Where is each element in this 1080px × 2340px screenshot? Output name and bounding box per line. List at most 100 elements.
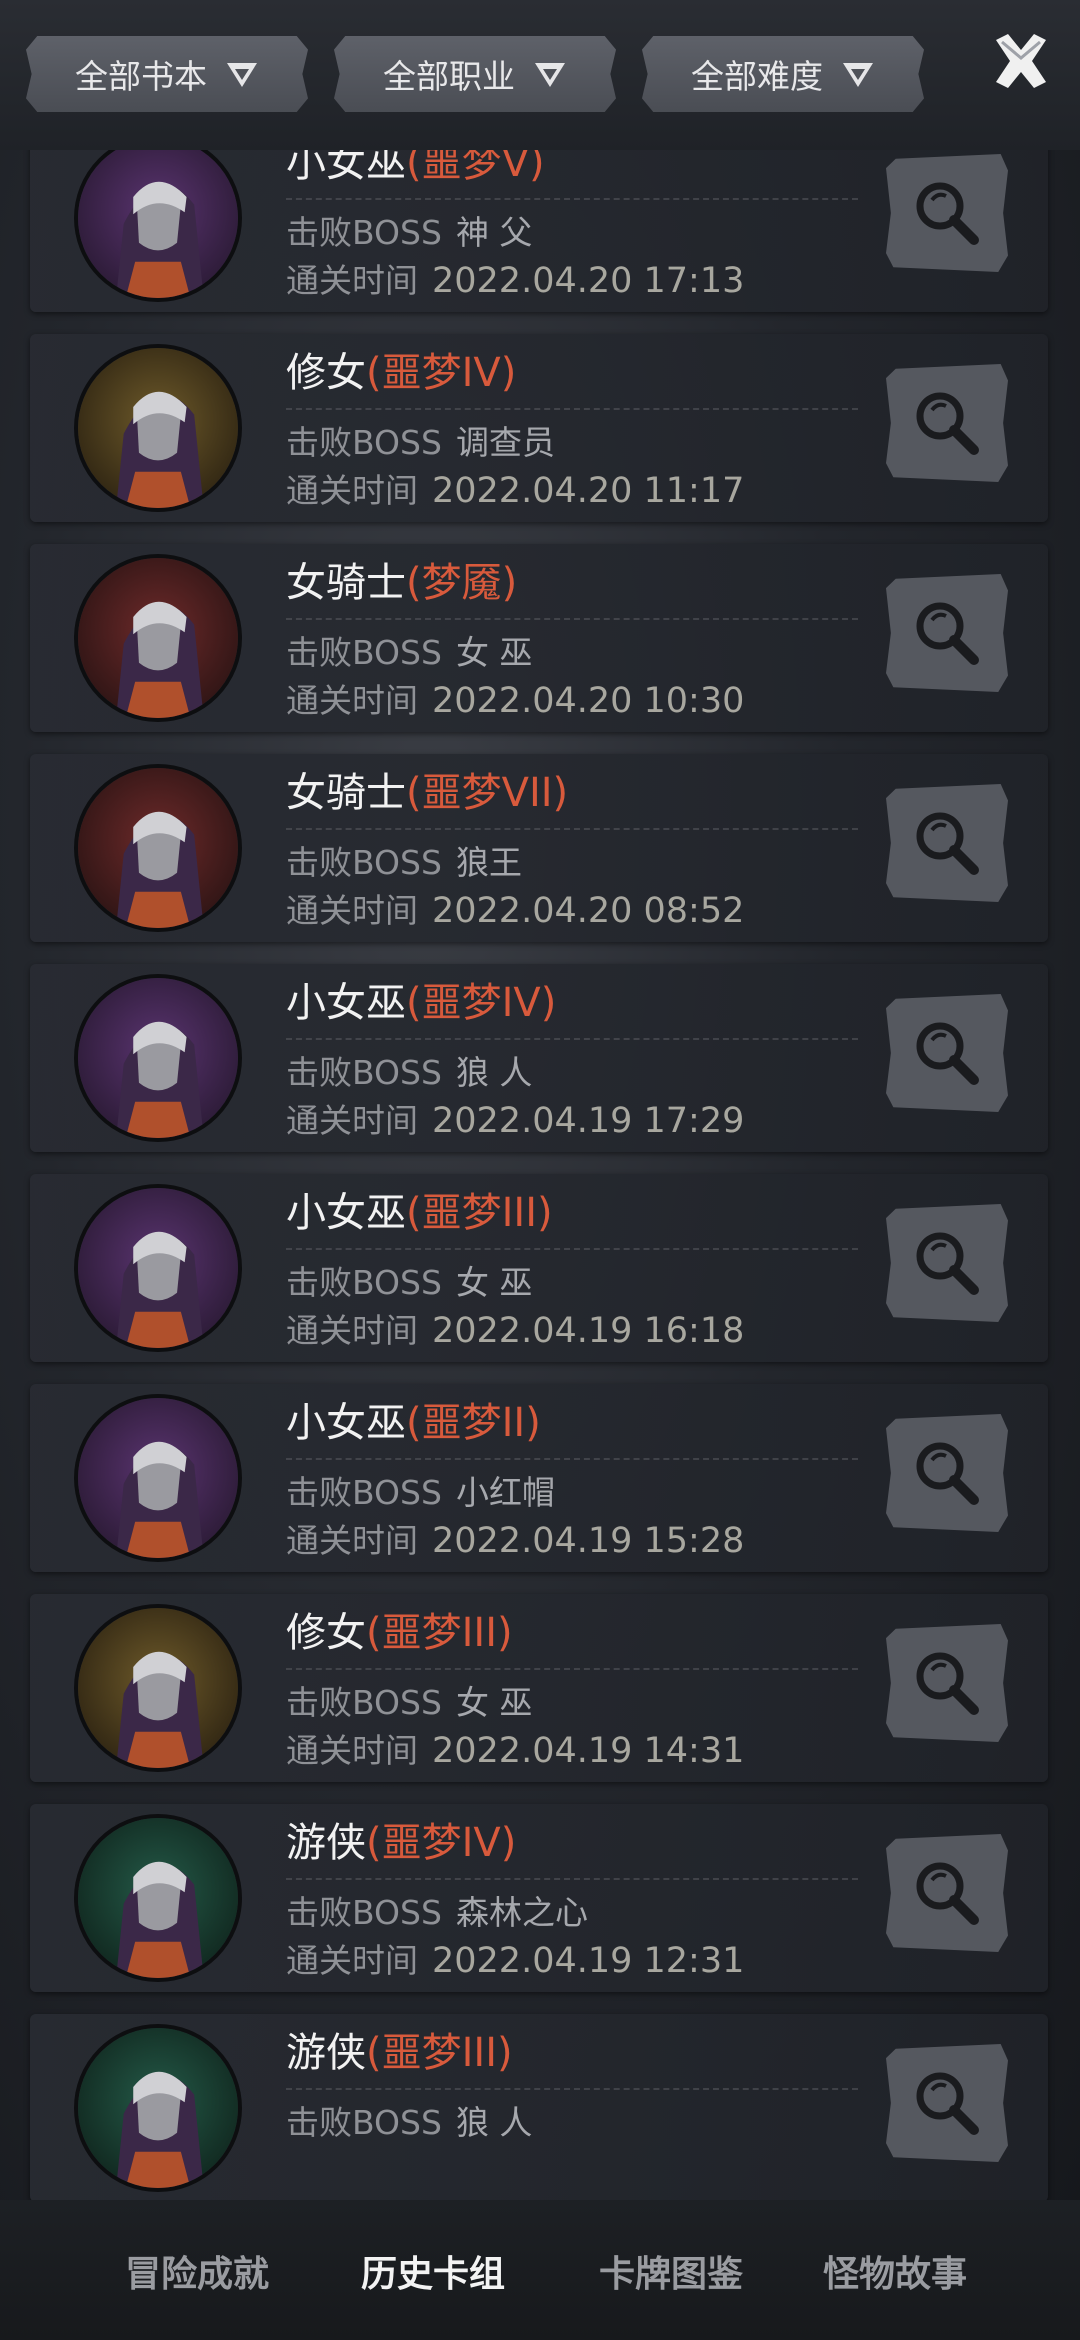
tab-card-gallery[interactable]: 卡牌图鉴 — [556, 2236, 786, 2306]
tab-history-deck[interactable]: 历史卡组 — [318, 2236, 548, 2306]
record-card[interactable]: 小女巫(噩梦V) 击败BOSS 神 父通关时间 2022.04.20 17:13 — [30, 150, 1048, 312]
boss-row: 击败BOSS 女 巫 — [286, 626, 532, 674]
view-deck-button[interactable] — [886, 784, 1008, 902]
difficulty-label: (梦魇) — [406, 560, 518, 606]
record-card[interactable]: 修女(噩梦III) 击败BOSS 女 巫通关时间 2022.04.19 14:31 — [30, 1594, 1048, 1782]
divider — [286, 1038, 858, 1040]
clear-time-row: 通关时间 2022.04.20 10:30 — [286, 674, 744, 722]
clear-time-row: 通关时间 2022.04.19 12:31 — [286, 1934, 744, 1982]
boss-label: 击败BOSS — [286, 423, 442, 462]
character-name: 小女巫 — [286, 150, 406, 186]
record-card[interactable]: 游侠(噩梦III) 击败BOSS 狼 人 — [30, 2014, 1048, 2200]
character-portrait — [74, 344, 242, 512]
view-deck-button[interactable] — [886, 154, 1008, 272]
filter-class[interactable]: 全部职业 — [334, 36, 616, 112]
filter-book[interactable]: 全部书本 — [26, 36, 308, 112]
boss-row: 击败BOSS 小红帽 — [286, 1466, 555, 1514]
character-name: 修女 — [286, 350, 366, 396]
clear-time-row: 通关时间 2022.04.19 17:29 — [286, 1094, 744, 1142]
difficulty-label: (噩梦IV) — [366, 1820, 517, 1866]
boss-name: 森林之心 — [455, 1893, 588, 1932]
view-deck-button[interactable] — [886, 1414, 1008, 1532]
magnifier-icon — [916, 182, 979, 245]
divider — [286, 828, 858, 830]
clear-time-value: 2022.04.20 10:30 — [432, 681, 745, 721]
view-deck-button[interactable] — [886, 994, 1008, 1112]
divider — [286, 618, 858, 620]
divider — [286, 1458, 858, 1460]
clear-time-value: 2022.04.20 11:17 — [432, 471, 745, 511]
magnifier-icon — [916, 1232, 979, 1295]
clear-time-label: 通关时间 — [286, 471, 418, 510]
record-title: 小女巫(噩梦V) — [286, 150, 545, 188]
magnifier-icon — [916, 602, 979, 665]
boss-row: 击败BOSS 女 巫 — [286, 1676, 532, 1724]
character-name: 游侠 — [286, 1820, 366, 1866]
record-card[interactable]: 女骑士(噩梦VII) 击败BOSS 狼王 通关时间 2022.04.20 08:52 — [30, 754, 1048, 942]
character-portrait — [74, 1814, 242, 1982]
clear-time-label: 通关时间 — [286, 1731, 418, 1770]
character-name: 修女 — [286, 1610, 366, 1656]
filter-arrow-icon — [225, 59, 259, 89]
tab-achievements[interactable]: 冒险成就 — [82, 2236, 312, 2306]
boss-row: 击败BOSS 神 父 — [286, 206, 532, 254]
history-deck-list[interactable]: 小女巫(噩梦V) 击败BOSS 神 父通关时间 2022.04.20 17:13 修女(… — [0, 150, 1080, 2200]
record-card[interactable]: 小女巫(噩梦III) 击败BOSS 女 巫通关时间 2022.04.19 16:18 — [30, 1174, 1048, 1362]
clear-time-value: 2022.04.20 17:13 — [432, 261, 745, 301]
view-deck-button[interactable] — [886, 574, 1008, 692]
record-card[interactable]: 游侠(噩梦IV) 击败BOSS 森林之心 通关时间 2022.04.19 12:31 — [30, 1804, 1048, 1992]
divider — [286, 2088, 858, 2090]
filter-arrow-icon — [841, 59, 875, 89]
view-deck-button[interactable] — [886, 1834, 1008, 1952]
character-portrait — [74, 764, 242, 932]
boss-name: 女 巫 — [455, 1263, 533, 1302]
boss-name: 小红帽 — [455, 1473, 555, 1512]
clear-time-value: 2022.04.20 08:52 — [432, 891, 745, 931]
divider — [286, 1878, 858, 1880]
record-card[interactable]: 修女(噩梦IV) 击败BOSS 调查员 通关时间 2022.04.20 11:17 — [30, 334, 1048, 522]
record-card[interactable]: 女骑士(梦魇) 击败BOSS 女 巫通关时间 2022.04.20 10:30 — [30, 544, 1048, 732]
close-button[interactable] — [988, 28, 1054, 94]
boss-name: 调查员 — [455, 423, 555, 462]
record-title: 小女巫(噩梦IV) — [286, 970, 556, 1028]
filter-difficulty[interactable]: 全部难度 — [642, 36, 924, 112]
record-card[interactable]: 小女巫(噩梦IV) 击败BOSS 狼 人通关时间 2022.04.19 17:29 — [30, 964, 1048, 1152]
clear-time-value: 2022.04.19 12:31 — [432, 1941, 745, 1981]
boss-name: 神 父 — [455, 213, 533, 252]
view-deck-button[interactable] — [886, 364, 1008, 482]
boss-name: 狼 人 — [455, 1053, 533, 1092]
view-deck-button[interactable] — [886, 2044, 1008, 2162]
clear-time-label: 通关时间 — [286, 261, 418, 300]
tab-monster-stories[interactable]: 怪物故事 — [780, 2236, 1010, 2306]
boss-label: 击败BOSS — [286, 633, 442, 672]
record-card[interactable]: 小女巫(噩梦II) 击败BOSS 小红帽 通关时间 2022.04.19 15:28 — [30, 1384, 1048, 1572]
difficulty-label: (噩梦III) — [406, 1190, 553, 1236]
divider — [286, 198, 858, 200]
clear-time-label: 通关时间 — [286, 891, 418, 930]
clear-time-row: 通关时间 2022.04.19 16:18 — [286, 1304, 744, 1352]
filter-bar: 全部书本 全部职业 全部难度 — [0, 0, 1080, 150]
character-portrait — [74, 2024, 242, 2192]
character-portrait — [74, 1184, 242, 1352]
clear-time-row: 通关时间 2022.04.20 11:17 — [286, 464, 744, 512]
boss-label: 击败BOSS — [286, 213, 442, 252]
boss-row: 击败BOSS 调查员 — [286, 416, 555, 464]
view-deck-button[interactable] — [886, 1204, 1008, 1322]
view-deck-button[interactable] — [886, 1624, 1008, 1742]
magnifier-icon — [916, 1022, 979, 1085]
magnifier-icon — [916, 812, 979, 875]
filter-class-label: 全部职业 — [383, 57, 515, 96]
boss-name: 女 巫 — [455, 1683, 533, 1722]
record-title: 女骑士(噩梦VII) — [286, 760, 568, 818]
boss-row: 击败BOSS 女 巫 — [286, 1256, 532, 1304]
clear-time-value: 2022.04.19 14:31 — [432, 1731, 745, 1771]
boss-row: 击败BOSS 狼 人 — [286, 2096, 532, 2144]
character-portrait — [74, 554, 242, 722]
clear-time-value: 2022.04.19 16:18 — [432, 1311, 745, 1351]
record-title: 小女巫(噩梦III) — [286, 1180, 553, 1238]
difficulty-label: (噩梦V) — [406, 150, 545, 186]
boss-label: 击败BOSS — [286, 1893, 442, 1932]
boss-label: 击败BOSS — [286, 1683, 442, 1722]
character-name: 小女巫 — [286, 1190, 406, 1236]
record-title: 游侠(噩梦IV) — [286, 1810, 516, 1868]
